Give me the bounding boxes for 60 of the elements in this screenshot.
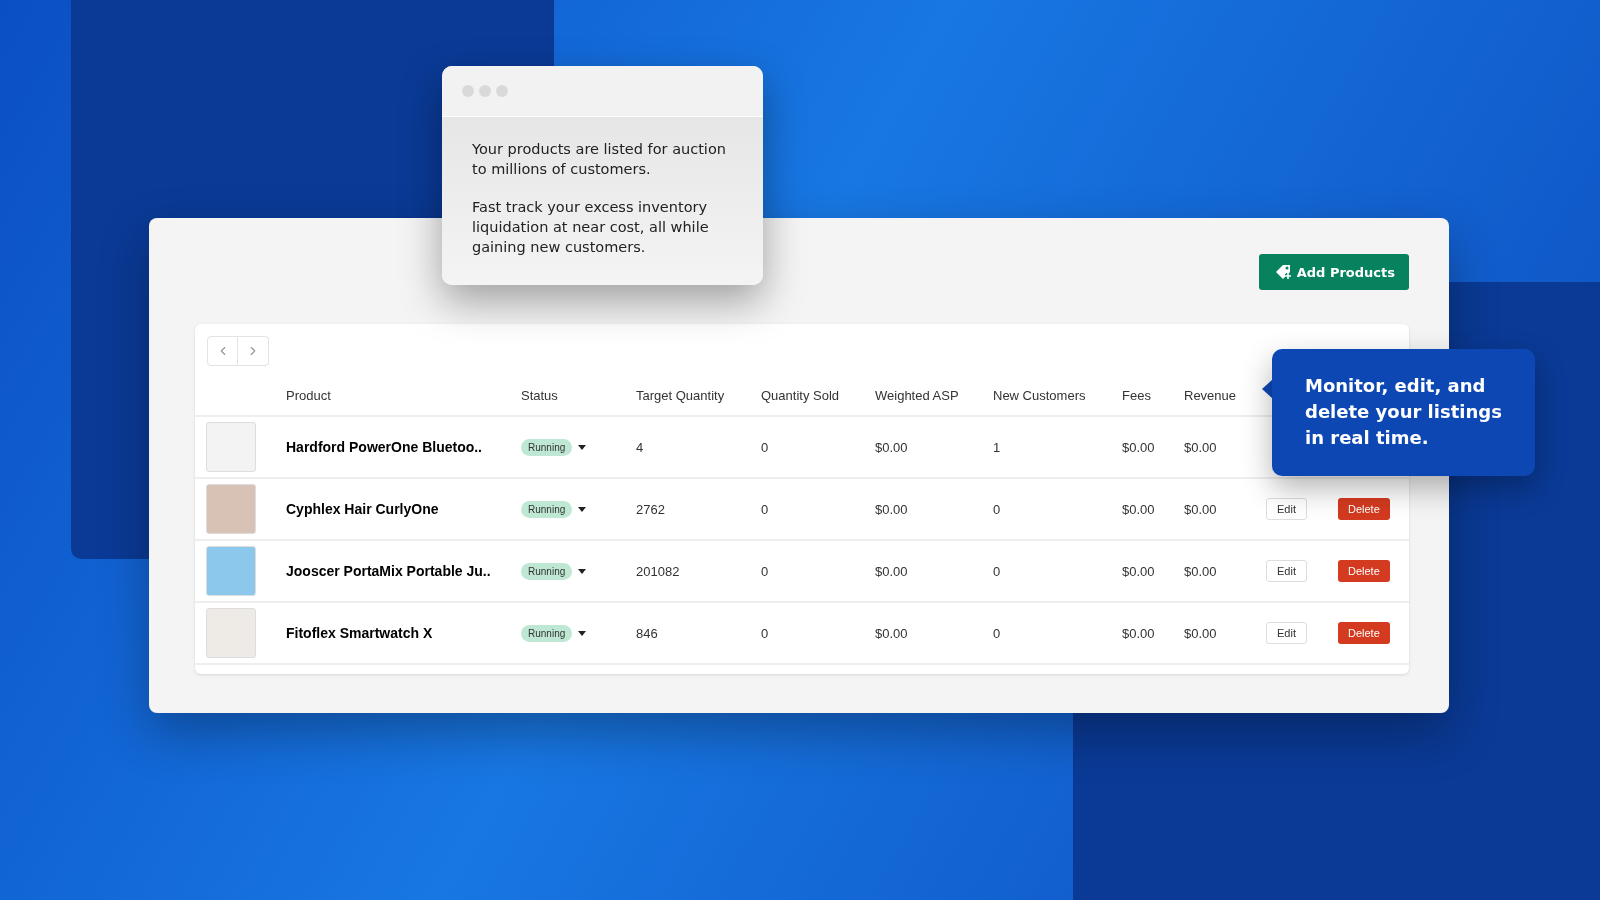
table-cell: 0 [761,563,769,579]
table-cell: $0.00 [1122,439,1155,455]
status-badge: Running [521,562,573,580]
table-cell: 0 [993,563,1001,579]
window-dot-icon [479,85,491,97]
dropdown-caret-icon[interactable] [578,630,587,636]
table-cell: 2762 [636,501,665,517]
table-cell: 846 [636,625,658,641]
table-cell: $0.00 [1122,501,1155,517]
table-cell: $0.00 [875,439,908,455]
delete-button[interactable]: Delete [1338,622,1390,644]
delete-button[interactable]: Delete [1338,498,1390,520]
table-cell: 1 [993,439,1001,455]
table-cell: $0.00 [1184,501,1217,517]
table-cell: $0.00 [1122,625,1155,641]
product-name: Hardford PowerOne Bluetoo.. [286,439,482,455]
table-cell: 4 [636,439,644,455]
column-header: Product [286,374,521,417]
table-cell: $0.00 [1122,563,1155,579]
table-cell: $0.00 [875,501,908,517]
status-badge: Running [521,438,573,456]
table-cell: 0 [761,625,769,641]
product-name: Fitoflex Smartwatch X [286,625,433,641]
status-badge: Running [521,624,573,642]
edit-button[interactable]: Edit [1266,560,1307,582]
dropdown-caret-icon[interactable] [578,444,587,450]
window-dot-icon [462,85,474,97]
table-cell: $0.00 [875,563,908,579]
table-cell: $0.00 [1184,625,1217,641]
product-photo [206,608,256,658]
table-cell: 0 [761,439,769,455]
product-photo [206,546,256,596]
table-cell: $0.00 [1184,563,1217,579]
column-header: Quantity Sold [761,374,875,417]
column-header: New Customers [993,374,1122,417]
info-paragraph: Fast track your excess inventory liquidation at near cost, all while gaining new customers. [472,198,710,257]
dropdown-caret-icon[interactable] [578,506,587,512]
table-cell: 0 [761,501,769,517]
column-header: Weighted ASP [875,374,993,417]
column-header: Target Quantity [636,374,761,417]
info-paragraph: Your products are listed for auction to millions of customers. [472,140,727,179]
product-photo [206,484,256,534]
product-name: Jooscer PortaMix Portable Ju.. [286,563,491,579]
delete-button[interactable]: Delete [1338,560,1390,582]
callout-bubble: Monitor, edit, and delete your listings in real time. [1272,349,1535,476]
table-cell: 201082 [636,563,680,579]
window-dot-icon [496,85,508,97]
table-cell: $0.00 [1184,439,1217,455]
product-photo [206,422,256,472]
edit-button[interactable]: Edit [1266,498,1307,520]
product-name: Cyphlex Hair CurlyOne [286,501,439,517]
table-cell: 0 [993,501,1001,517]
column-header: Status [521,374,636,417]
status-badge: Running [521,500,573,518]
edit-button[interactable]: Edit [1266,622,1307,644]
table-cell: 0 [993,625,1001,641]
column-header: Fees [1122,374,1184,417]
dropdown-caret-icon[interactable] [578,568,587,574]
table-cell: $0.00 [875,625,908,641]
add-products-button[interactable]: Add Products [1258,254,1409,290]
